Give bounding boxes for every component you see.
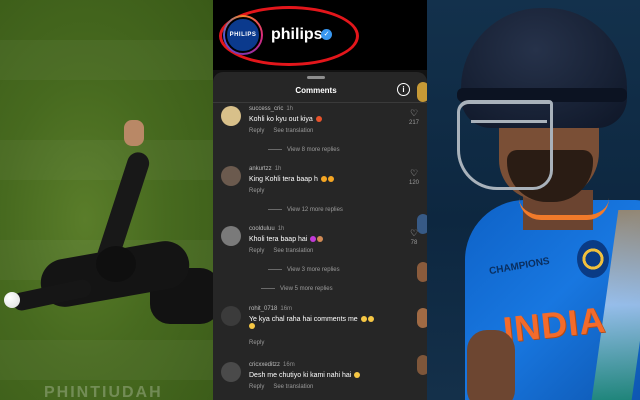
reply-button[interactable]: Reply — [249, 128, 264, 134]
comment-time: 1h — [277, 226, 285, 232]
bcci-badge-icon — [577, 240, 609, 278]
crying-laughing-emoji-icon — [360, 316, 367, 322]
commenter-avatar[interactable] — [221, 166, 241, 186]
comment-username-text[interactable]: ankurtzz — [249, 166, 272, 172]
reel-thumbnail[interactable] — [417, 308, 427, 328]
see-translation-button[interactable]: See translation — [273, 248, 313, 254]
comment-username-text[interactable]: rohit_0718 — [249, 306, 277, 312]
fielder-head — [96, 246, 136, 282]
comment-text-value: Kohli ko kyu out kiya — [249, 116, 313, 123]
devil-emoji-icon — [310, 236, 317, 242]
comment-text: Kholi tera baap hai — [249, 236, 324, 243]
player-arm — [467, 330, 515, 400]
heart-icon[interactable]: ♡ — [407, 108, 421, 118]
comment-username[interactable]: rohit_0718 16m — [249, 306, 292, 312]
comment-username-text[interactable]: success_cric — [249, 106, 283, 112]
fielder-photo: PHINTIUDAH — [0, 0, 213, 400]
comment-username[interactable]: coolduluu 1h — [249, 226, 284, 232]
divider — [213, 102, 427, 103]
commenter-avatar[interactable] — [221, 106, 241, 126]
comment-username[interactable]: success_cric 1h — [249, 106, 293, 112]
angry-emoji-icon — [315, 116, 322, 122]
comment-text: Kohli ko kyu out kiya — [249, 116, 322, 123]
profile-avatar[interactable]: PHILIPS — [223, 15, 263, 55]
fielder-hand — [124, 120, 144, 146]
instagram-comments-screen: PHILIPS philips ✓ Comments i success_cri… — [213, 0, 427, 400]
see-translation-button[interactable]: See translation — [273, 128, 313, 134]
like-count: 120 — [408, 180, 419, 186]
reply-button[interactable]: Reply — [249, 248, 264, 254]
field-stripe — [0, 340, 213, 380]
field-stripe — [0, 40, 213, 80]
field-stripe — [0, 140, 213, 180]
comment-time: 1h — [274, 166, 282, 172]
view-replies-button[interactable]: View 3 more replies — [268, 267, 340, 273]
comment-text: King Kohli tera baap h — [249, 176, 334, 183]
fire-emoji-icon — [327, 176, 334, 182]
reply-button[interactable]: Reply — [249, 188, 264, 194]
comments-sheet: Comments i success_cric 1h Kohli ko kyu o… — [213, 72, 427, 400]
helmet-grille-bar — [471, 120, 547, 180]
reel-thumbnail[interactable] — [417, 355, 427, 375]
comment-username-text[interactable]: coolduluu — [249, 226, 275, 232]
laughing-emoji-icon — [354, 372, 361, 378]
view-replies-button[interactable]: View 8 more replies — [268, 147, 340, 153]
comment-time: 16m — [280, 306, 293, 312]
reel-thumbnail[interactable] — [417, 82, 427, 102]
heart-icon[interactable]: ♡ — [407, 168, 421, 178]
reel-thumbnail[interactable] — [417, 262, 427, 282]
crying-laughing-emoji-icon — [367, 316, 374, 322]
view-replies-button[interactable]: View 5 more replies — [261, 286, 333, 292]
comment-text-value: Desh me chutiyo ki kami nahi hai — [249, 372, 352, 379]
profile-header: PHILIPS philips ✓ — [213, 0, 427, 70]
like-count: 217 — [408, 120, 419, 126]
reply-button[interactable]: Reply — [249, 340, 264, 346]
comment-actions: Reply — [249, 188, 273, 194]
comment-actions: Reply See translation — [249, 128, 322, 134]
comment-text-value: King Kohli tera baap h — [249, 176, 318, 183]
reply-button[interactable]: Reply — [249, 384, 264, 390]
see-translation-button[interactable]: See translation — [273, 384, 313, 390]
fire-emoji-icon — [320, 176, 327, 182]
drag-handle[interactable] — [307, 76, 325, 79]
reel-thumbnail[interactable] — [417, 214, 427, 234]
comment-text: Ye kya chal raha hai comments me — [249, 316, 374, 330]
comment-text-value: Ye kya chal raha hai comments me — [249, 316, 358, 323]
profile-username[interactable]: philips — [271, 26, 323, 44]
comment-username[interactable]: cricxxeditzz 16m — [249, 362, 295, 368]
comment-actions: Reply See translation — [249, 384, 322, 390]
comment-actions: Reply See translation — [249, 248, 322, 254]
like-control: ♡ 120 — [407, 168, 421, 186]
jersey-collar — [519, 198, 609, 220]
commenter-avatar[interactable] — [221, 362, 241, 382]
commenter-avatar[interactable] — [221, 306, 241, 326]
commenter-avatar[interactable] — [221, 226, 241, 246]
comments-title: Comments — [295, 86, 337, 95]
like-count: 78 — [410, 240, 418, 246]
comment-time: 16m — [283, 362, 295, 368]
verified-badge-icon: ✓ — [321, 29, 332, 40]
like-control: ♡ 217 — [407, 108, 421, 126]
crying-laughing-emoji-icon — [249, 323, 255, 329]
comment-text: Desh me chutiyo ki kami nahi hai — [249, 372, 361, 379]
cricket-ball — [4, 292, 20, 308]
comment-text-value: Kholi tera baap hai — [249, 236, 308, 243]
comment-username[interactable]: ankurtzz 1h — [249, 166, 281, 172]
photo-watermark: PHINTIUDAH — [44, 384, 163, 400]
comment-time: 1h — [286, 106, 294, 112]
info-icon[interactable]: i — [397, 83, 410, 96]
comment-username-text[interactable]: cricxxeditzz — [249, 362, 280, 368]
batsman-photo: CHAMPIONS INDIA — [427, 0, 640, 400]
middle-finger-emoji-icon — [317, 236, 324, 242]
view-replies-button[interactable]: View 12 more replies — [268, 207, 343, 213]
avatar-logo: PHILIPS — [225, 17, 261, 53]
comment-actions: Reply — [249, 340, 273, 346]
